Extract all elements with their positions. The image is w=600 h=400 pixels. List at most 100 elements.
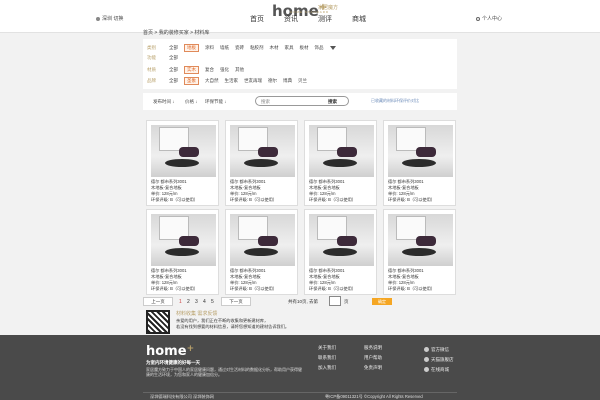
filter-option[interactable]: 涂料: [205, 45, 214, 51]
page-number-current[interactable]: 1: [179, 299, 182, 305]
footer-social-wechat[interactable]: 官方微信: [424, 347, 449, 353]
product-image[interactable]: [151, 125, 216, 177]
footer-link-disclaimer[interactable]: 免责声明: [364, 365, 382, 371]
filter-option[interactable]: 世友再瑞: [244, 78, 262, 84]
prev-page-button[interactable]: 上一页: [143, 297, 173, 306]
feedback-section: 材料收集 需求反馈 亲爱的用户，我们正在不断的收集和更新建材库， 若没有找到想要…: [146, 310, 326, 334]
page-number[interactable]: 2: [187, 299, 190, 305]
filter-option[interactable]: 全部: [169, 45, 178, 51]
feedback-title[interactable]: 材料收集 需求反馈: [176, 310, 217, 317]
footer-slogan: 为室内环境健康的好每一天: [146, 360, 200, 365]
footer: home+ 为室内环境健康的好每一天 家居魔方致力于中国人的家居健康问题，通过对…: [0, 335, 600, 400]
next-page-button[interactable]: 下一页: [221, 297, 251, 306]
filter-option[interactable]: 其他: [235, 67, 244, 73]
filter-option[interactable]: 博典: [283, 78, 292, 84]
tmall-icon: [424, 357, 429, 363]
product-image[interactable]: [309, 125, 374, 177]
filter-option[interactable]: 全部: [169, 67, 178, 73]
product-card[interactable]: 德尔 都市系列3001 木地板-复合地板 单价: 128元/m 环保评级: B（…: [383, 120, 456, 206]
filter-option[interactable]: 板材: [300, 45, 309, 51]
filter-option[interactable]: 强化: [220, 67, 229, 73]
nav-review[interactable]: 测评: [318, 14, 332, 24]
product-card[interactable]: 德尔 都市系列3001 木地板-复合地板 单价: 128元/m 环保评级: B（…: [146, 120, 219, 206]
product-eco: 环保评级: B（可以使用）: [309, 197, 356, 202]
filter-option[interactable]: 大自然: [205, 78, 219, 84]
product-card[interactable]: 德尔 都市系列3001 木地板-复合地板 单价: 128元/m 环保评级: B（…: [146, 209, 219, 295]
footer-social-tmall[interactable]: 天猫旗舰店: [424, 357, 454, 363]
product-image[interactable]: [151, 214, 216, 266]
footer-social-mall[interactable]: 在线商城: [424, 367, 449, 373]
nav-news[interactable]: 资讯: [284, 14, 298, 24]
mall-icon: [424, 367, 429, 373]
sort-price-button[interactable]: 价格 ↓: [185, 99, 198, 105]
product-image[interactable]: [309, 214, 374, 266]
filter-option[interactable]: 瓷砖: [235, 45, 244, 51]
product-card[interactable]: 德尔 都市系列3001 木地板-复合地板 单价: 128元/m 环保评级: B（…: [304, 209, 377, 295]
product-eco: 环保评级: B（可以使用）: [151, 197, 198, 202]
filter-label: 类别: [147, 45, 156, 50]
user-center-link[interactable]: 个人中心: [476, 15, 502, 22]
footer-link-contact[interactable]: 联系我们: [318, 355, 336, 361]
main-nav: 首页 资讯 测评 商城: [250, 14, 366, 24]
search-button[interactable]: 搜索: [328, 99, 337, 105]
product-card[interactable]: 德尔 都市系列3001 木地板-复合地板 单价: 128元/m 环保评级: B（…: [304, 120, 377, 206]
filter-option[interactable]: 全部: [169, 55, 178, 61]
footer-company: 深圳德瑞科技有限公司 深圳装饰网: [150, 394, 214, 399]
filter-option-selected[interactable]: 地板: [184, 44, 199, 52]
filter-option[interactable]: 粘胶剂: [250, 45, 264, 51]
sort-time-button[interactable]: 发布时间 ↓: [153, 99, 175, 105]
filter-label: 品牌: [147, 78, 156, 83]
filter-label: 材质: [147, 67, 156, 72]
filter-option-selected[interactable]: 实木: [184, 66, 199, 74]
product-image[interactable]: [388, 125, 453, 177]
search-placeholder: 搜索: [261, 99, 270, 104]
product-image[interactable]: [230, 214, 295, 266]
filter-panel: 类别 全部 地板 涂料 墙纸 瓷砖 粘胶剂 木材 家具 板材 饰品 功能 全部 …: [143, 39, 457, 89]
footer-logo-text: home: [146, 344, 187, 359]
footer-link-join[interactable]: 加入我们: [318, 365, 336, 371]
expand-caret-icon[interactable]: [329, 46, 336, 50]
filter-option[interactable]: 家具: [285, 45, 294, 51]
filter-option[interactable]: 木材: [270, 45, 279, 51]
filter-label: 功能: [147, 55, 156, 60]
filter-option[interactable]: 全部: [169, 78, 178, 84]
city-switcher[interactable]: 深圳 切换: [96, 15, 123, 22]
product-eco: 环保评级: B（可以使用）: [388, 197, 435, 202]
sort-eco-button[interactable]: 环保节能 ↓: [205, 99, 227, 105]
filter-option[interactable]: 墙纸: [220, 45, 229, 51]
pagination: 上一页 1 2 3 4 5 下一页 共有10页, 去第 页 确定: [143, 295, 457, 308]
nav-mall[interactable]: 商城: [352, 14, 366, 24]
filter-option[interactable]: 贝兰: [298, 78, 307, 84]
footer-link-about[interactable]: 关于我们: [318, 345, 336, 351]
filter-option[interactable]: 饰品: [315, 45, 324, 51]
search-input[interactable]: 搜索 搜索: [255, 96, 349, 106]
footer-link-help[interactable]: 用户帮助: [364, 355, 382, 361]
page-number-input[interactable]: [329, 296, 341, 306]
product-eco: 环保评级: B（可以使用）: [309, 286, 356, 291]
user-icon: [476, 16, 480, 21]
filter-option[interactable]: 德尔: [268, 78, 277, 84]
product-image[interactable]: [388, 214, 453, 266]
social-label: 在线商城: [431, 367, 449, 372]
product-eco: 环保评级: B（可以使用）: [230, 197, 277, 202]
page-number[interactable]: 4: [203, 299, 206, 305]
product-eco: 环保评级: B（可以使用）: [230, 286, 277, 291]
page-number[interactable]: 3: [195, 299, 198, 305]
product-card[interactable]: 德尔 都市系列3001 木地板-复合地板 单价: 128元/m 环保评级: B（…: [383, 209, 456, 295]
go-page-button[interactable]: 确定: [372, 298, 392, 305]
filter-option[interactable]: 复合: [205, 67, 214, 73]
filter-option-selected[interactable]: 圣象: [184, 77, 199, 85]
logo-plus-icon: +: [186, 344, 195, 354]
nav-home[interactable]: 首页: [250, 14, 264, 24]
footer-link-service[interactable]: 服务说明: [364, 345, 382, 351]
page-number[interactable]: 5: [211, 299, 214, 305]
filter-option[interactable]: 生活家: [225, 78, 239, 84]
compare-link[interactable]: 已收藏的材料环保评价对比: [371, 98, 419, 104]
qr-code-icon: [146, 310, 170, 334]
product-card[interactable]: 德尔 都市系列3001 木地板-复合地板 单价: 128元/m 环保评级: B（…: [225, 209, 298, 295]
social-label: 天猫旗舰店: [431, 357, 454, 362]
product-card[interactable]: 德尔 都市系列3001 木地板-复合地板 单价: 128元/m 环保评级: B（…: [225, 120, 298, 206]
filter-row-brand: 品牌 全部 圣象 大自然 生活家 世友再瑞 德尔 博典 贝兰: [147, 77, 307, 85]
product-image[interactable]: [230, 125, 295, 177]
city-label: 深圳 切换: [102, 16, 124, 22]
